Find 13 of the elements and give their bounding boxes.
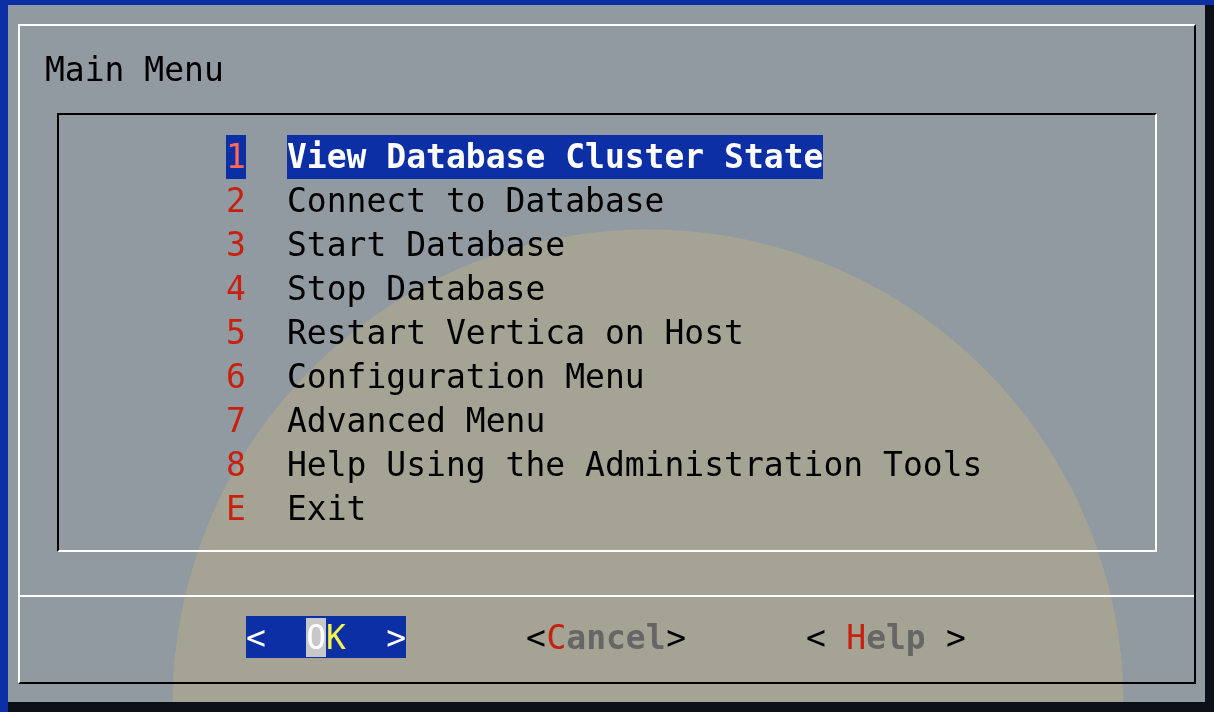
dialog-button[interactable]: < Help > <box>806 616 966 658</box>
dialog-button[interactable]: <Cancel> <box>526 616 686 658</box>
menu-item[interactable]: Advanced Menu <box>287 399 546 443</box>
menu-item[interactable]: Help Using the Administration Tools <box>287 443 983 487</box>
menu-item[interactable]: Restart Vertica on Host <box>287 311 744 355</box>
menu-item[interactable]: Start Database <box>287 223 566 267</box>
menu-item[interactable]: View Database Cluster State <box>287 135 824 179</box>
dialog-title: Main Menu <box>45 49 224 91</box>
menu-item-tag[interactable]: 1 <box>226 135 246 179</box>
menu-item[interactable]: Exit <box>287 487 367 531</box>
menu-item[interactable]: Stop Database <box>287 267 546 311</box>
menu-item[interactable]: Connect to Database <box>287 179 665 223</box>
menu-item[interactable]: Configuration Menu <box>287 355 645 399</box>
